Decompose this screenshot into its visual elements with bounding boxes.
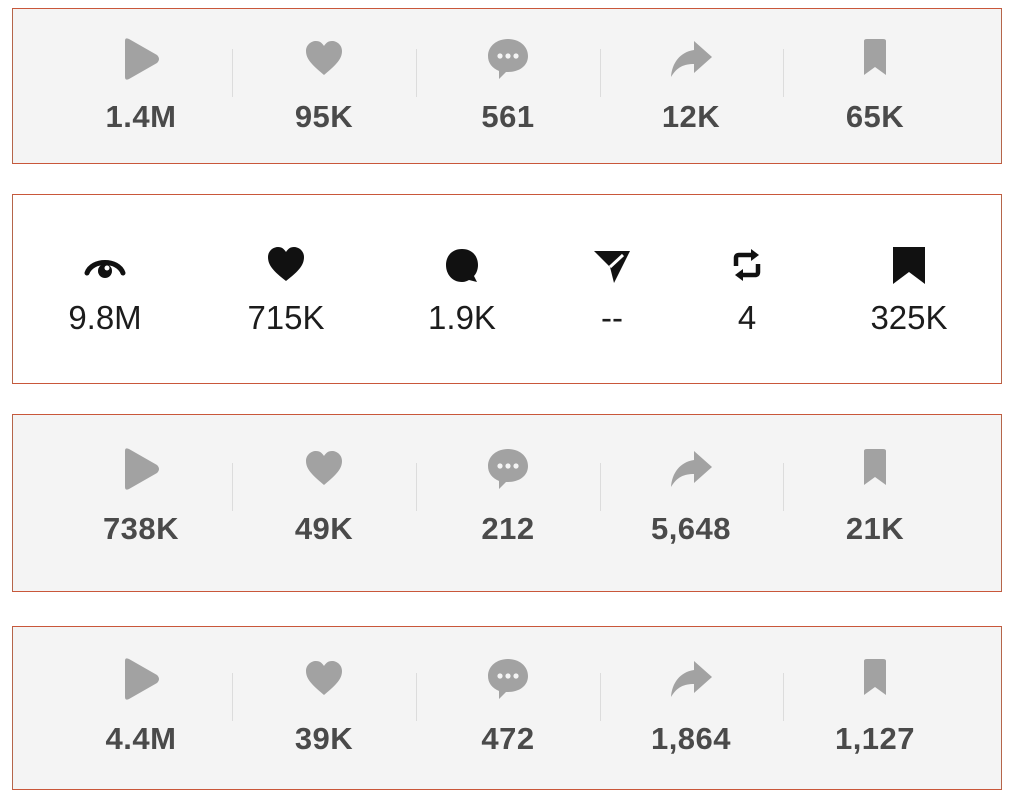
stat-views[interactable]: 9.8M bbox=[35, 245, 175, 337]
comments-count: 472 bbox=[481, 721, 535, 756]
divider bbox=[783, 49, 784, 97]
stat-likes[interactable]: 49K bbox=[254, 447, 394, 547]
divider bbox=[232, 463, 233, 511]
repost-icon bbox=[733, 249, 761, 281]
stat-likes[interactable]: 95K bbox=[254, 37, 394, 135]
bookmark-icon bbox=[864, 39, 886, 75]
sends-count: -- bbox=[601, 299, 623, 336]
divider bbox=[232, 673, 233, 721]
likes-count: 95K bbox=[294, 99, 354, 134]
views-count: 4.4M bbox=[105, 721, 177, 756]
shares-count: 5,648 bbox=[650, 511, 732, 546]
stat-comments[interactable]: 561 bbox=[438, 37, 578, 135]
divider bbox=[600, 49, 601, 97]
stats-row-2: 9.8M 715K 1.9K -- 4 325K bbox=[12, 194, 1002, 384]
bookmark-icon bbox=[893, 247, 925, 284]
likes-count: 49K bbox=[294, 511, 354, 546]
divider bbox=[416, 673, 417, 721]
divider bbox=[783, 463, 784, 511]
views-count: 1.4M bbox=[105, 99, 177, 134]
comment-bubble-icon bbox=[488, 449, 528, 489]
stat-sends[interactable]: -- bbox=[542, 245, 682, 337]
stat-views[interactable]: 4.4M bbox=[71, 657, 211, 757]
stat-saves[interactable]: 21K bbox=[805, 447, 945, 547]
saves-count: 65K bbox=[845, 99, 905, 134]
views-count: 9.8M bbox=[68, 299, 142, 336]
divider bbox=[232, 49, 233, 97]
saves-count: 1,127 bbox=[834, 721, 916, 756]
comment-bubble-icon bbox=[488, 659, 528, 699]
eye-icon bbox=[84, 260, 126, 278]
comments-count: 561 bbox=[481, 99, 535, 134]
stat-shares[interactable]: 5,648 bbox=[621, 447, 761, 547]
saves-count: 21K bbox=[845, 511, 905, 546]
stat-comments[interactable]: 212 bbox=[438, 447, 578, 547]
heart-icon bbox=[268, 247, 304, 281]
stat-likes[interactable]: 39K bbox=[254, 657, 394, 757]
stat-reposts[interactable]: 4 bbox=[677, 245, 817, 337]
stat-saves[interactable]: 1,127 bbox=[805, 657, 945, 757]
likes-count: 715K bbox=[247, 299, 325, 336]
play-icon bbox=[125, 38, 159, 80]
bookmark-icon bbox=[864, 659, 886, 695]
heart-icon bbox=[306, 451, 342, 485]
divider bbox=[416, 49, 417, 97]
likes-count: 39K bbox=[294, 721, 354, 756]
stat-shares[interactable]: 1,864 bbox=[621, 657, 761, 757]
stats-row-3: 738K 49K 212 5,648 21K bbox=[12, 414, 1002, 592]
comment-bubble-icon bbox=[488, 39, 528, 79]
stats-row-1: 1.4M 95K 561 12K 65K bbox=[12, 8, 1002, 164]
share-arrow-icon bbox=[671, 451, 712, 487]
shares-count: 12K bbox=[661, 99, 721, 134]
comments-count: 212 bbox=[481, 511, 535, 546]
comment-bubble-icon bbox=[446, 249, 478, 282]
saves-count: 325K bbox=[870, 299, 948, 336]
stat-saves[interactable]: 65K bbox=[805, 37, 945, 135]
play-icon bbox=[125, 448, 159, 490]
views-count: 738K bbox=[102, 511, 180, 546]
divider bbox=[600, 463, 601, 511]
shares-count: 1,864 bbox=[650, 721, 732, 756]
stat-comments[interactable]: 1.9K bbox=[392, 245, 532, 337]
play-icon bbox=[125, 658, 159, 700]
divider bbox=[416, 463, 417, 511]
stat-shares[interactable]: 12K bbox=[621, 37, 761, 135]
send-paper-plane-icon bbox=[594, 251, 630, 283]
divider bbox=[600, 673, 601, 721]
share-arrow-icon bbox=[671, 41, 712, 77]
stat-likes[interactable]: 715K bbox=[216, 245, 356, 337]
comments-count: 1.9K bbox=[428, 299, 496, 336]
stat-views[interactable]: 738K bbox=[71, 447, 211, 547]
heart-icon bbox=[306, 41, 342, 75]
share-arrow-icon bbox=[671, 661, 712, 697]
divider bbox=[783, 673, 784, 721]
reposts-count: 4 bbox=[737, 299, 757, 336]
stat-saves[interactable]: 325K bbox=[839, 245, 979, 337]
stats-row-4: 4.4M 39K 472 1,864 1,127 bbox=[12, 626, 1002, 790]
heart-icon bbox=[306, 661, 342, 695]
bookmark-icon bbox=[864, 449, 886, 485]
stat-views[interactable]: 1.4M bbox=[71, 37, 211, 135]
stat-comments[interactable]: 472 bbox=[438, 657, 578, 757]
